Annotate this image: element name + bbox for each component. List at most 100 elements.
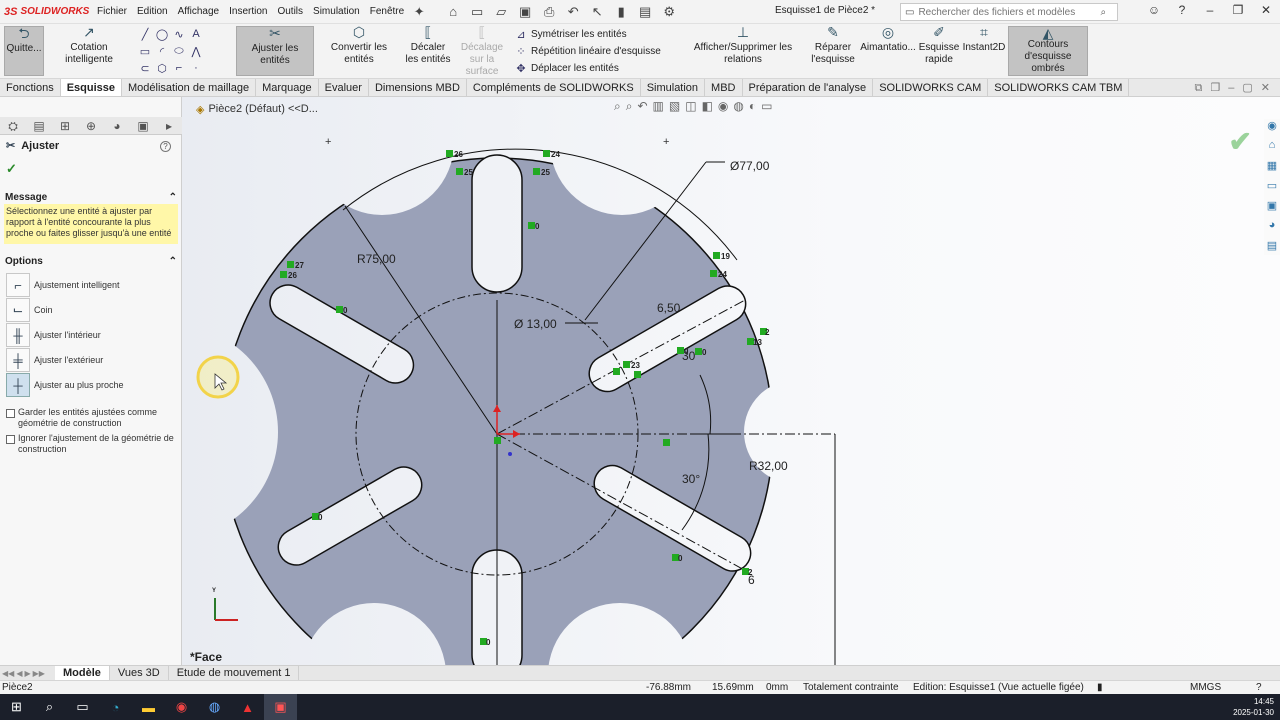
open-icon[interactable]: ▱ [491, 3, 511, 21]
settings-taskbar-icon[interactable]: ◍ [198, 694, 231, 720]
tab-solidworks-cam[interactable]: SOLIDWORKS CAM [873, 79, 989, 96]
menu-fenetre[interactable]: Fenêtre [365, 6, 409, 17]
home-icon[interactable]: ⌂ [443, 3, 463, 21]
point-icon[interactable]: · [189, 61, 203, 75]
pin-icon[interactable]: ✦ [409, 3, 429, 21]
close-icon[interactable]: ✕ [1252, 3, 1280, 17]
option-trim-outside[interactable]: ╪ Ajuster l'extérieur [6, 348, 103, 372]
chrome-icon[interactable]: ◉ [165, 694, 198, 720]
new-document-icon[interactable]: ▭ [467, 3, 487, 21]
radius-32-dim[interactable]: R32,00 [749, 459, 788, 473]
rebuild-status-icon[interactable]: ▮ [1097, 682, 1103, 693]
apply-scene-icon[interactable]: ◐ [749, 99, 756, 114]
ok-check-icon[interactable]: ✓ [6, 161, 17, 177]
zoom-to-fit-icon[interactable]: ⌕ [614, 99, 621, 114]
polygon-icon[interactable]: ⬡ [155, 61, 169, 75]
option-smart-trim[interactable]: ⌐ Ajustement intelligent [6, 273, 120, 297]
display-relations-button[interactable]: ⊥ Afficher/Supprimer les relations [676, 25, 810, 66]
confirmation-corner-check-icon[interactable]: ✔ [1229, 125, 1252, 158]
appearances-icon[interactable]: ◕ [1264, 219, 1280, 235]
tab-complements[interactable]: Compléments de SOLIDWORKS [467, 79, 641, 96]
ellipse-icon[interactable]: ⬭ [172, 44, 186, 58]
restore-icon[interactable]: ❐ [1224, 3, 1252, 17]
windows-start-icon[interactable]: ⊞ [0, 694, 33, 720]
tab-evaluer[interactable]: Evaluer [319, 79, 369, 96]
mirror-tool-icon[interactable]: ⋀ [189, 44, 203, 58]
tab-vues-3d[interactable]: Vues 3D [110, 665, 169, 681]
dynamic-annotation-icon[interactable]: ▧ [669, 99, 680, 114]
rapid-sketch-button[interactable]: ✐ Esquisse rapide [918, 25, 960, 66]
design-library-icon[interactable]: ▦ [1264, 159, 1280, 175]
convert-entities-button[interactable]: ⬡ Convertir les entités [316, 25, 402, 66]
search-icon[interactable]: ⌕ [1100, 7, 1106, 18]
doc-restore-icon[interactable]: ▢ [1242, 79, 1252, 97]
feature-manager-icon[interactable]: ⛭ [0, 117, 26, 134]
minimize-icon[interactable]: – [1196, 3, 1224, 17]
user-icon[interactable]: ☺ [1140, 3, 1168, 17]
tab-simulation[interactable]: Simulation [641, 79, 706, 96]
edit-appearance-icon[interactable]: ◍ [733, 99, 743, 114]
next-tab-icon[interactable]: ▶ [24, 669, 30, 678]
rebuild-icon[interactable]: ▤ [635, 3, 655, 21]
quick-snaps-button[interactable]: ◎ Aimantatio... [860, 25, 916, 54]
radius-75-dim[interactable]: R75,00 [357, 252, 396, 266]
diameter-13-dim[interactable]: Ø 13,00 [514, 317, 557, 331]
doc-minimize-icon[interactable]: – [1228, 79, 1234, 97]
sketch-drawing[interactable]: Y + + Ø77,00 R75,00 Ø 13,00 6,50 30 30° … [182, 97, 1280, 665]
fillet-icon[interactable]: ⌐ [172, 61, 186, 75]
circle-icon[interactable]: ◯ [155, 27, 169, 41]
search-input[interactable] [918, 6, 1099, 18]
traffic-light-icon[interactable]: ▮ [611, 3, 631, 21]
taskbar-search-icon[interactable]: ⌕ [33, 694, 66, 720]
zoom-area-icon[interactable]: ⌕ [626, 99, 633, 114]
menu-affichage[interactable]: Affichage [173, 6, 225, 17]
undo-icon[interactable]: ↶ [563, 3, 583, 21]
dimxpert-icon[interactable]: ⊕ [78, 117, 104, 134]
acrobat-icon[interactable]: ▲ [231, 694, 264, 720]
tab-fonctions[interactable]: Fonctions [0, 79, 61, 96]
menu-edition[interactable]: Edition [132, 6, 173, 17]
custom-properties-icon[interactable]: ▤ [1264, 239, 1280, 255]
select-arrow-icon[interactable]: ↖ [587, 3, 607, 21]
options-gear-icon[interactable]: ⚙ [659, 3, 679, 21]
menu-insertion[interactable]: Insertion [224, 6, 272, 17]
option-corner[interactable]: ⌙ Coin [6, 298, 53, 322]
tab-modelisation-maillage[interactable]: Modélisation de maillage [122, 79, 257, 96]
option-trim-inside[interactable]: ╫ Ajuster l'intérieur [6, 323, 101, 347]
message-group-header[interactable]: Message ⌃ [5, 192, 177, 203]
system-clock[interactable]: 14:45 2025-01-30 [1233, 696, 1274, 718]
help-icon[interactable]: ? [1168, 3, 1196, 17]
instant2d-button[interactable]: ⌗ Instant2D [962, 25, 1006, 54]
tab-dimensions-mbd[interactable]: Dimensions MBD [369, 79, 467, 96]
slot-icon[interactable]: ⊂ [138, 61, 152, 75]
file-explorer-icon[interactable]: ▭ [1264, 179, 1280, 195]
exit-sketch-button[interactable]: ⮌ Quitte... [4, 26, 44, 76]
cam-manager-icon[interactable]: ▣ [130, 117, 156, 134]
section-view-icon[interactable]: ▥ [653, 99, 664, 114]
menu-simulation[interactable]: Simulation [308, 6, 365, 17]
file-explorer-taskbar-icon[interactable]: ▬ [132, 694, 165, 720]
shaded-contours-button[interactable]: ◭ Contours d'esquisse ombrés [1008, 26, 1088, 76]
width-650-dim[interactable]: 6,50 [657, 301, 681, 315]
property-manager-icon[interactable]: ▤ [26, 117, 52, 134]
previous-view-icon[interactable]: ↶ [637, 99, 647, 114]
tile-icon[interactable]: ⧉ [1195, 79, 1203, 97]
menu-outils[interactable]: Outils [272, 6, 308, 17]
options-group-header[interactable]: Options ⌃ [5, 256, 177, 267]
ignore-construction-checkbox[interactable]: Ignorer l'ajustement de la géométrie de … [6, 433, 178, 455]
view-palette-icon[interactable]: ▣ [1264, 199, 1280, 215]
option-trim-closest[interactable]: ┼ Ajuster au plus proche [6, 373, 124, 397]
keep-as-construction-checkbox[interactable]: Garder les entités ajustées comme géomét… [6, 407, 178, 429]
move-entities-button[interactable]: ✥ Déplacer les entités [514, 61, 618, 75]
smart-dimension-button[interactable]: ↗ Cotation intelligente [46, 25, 132, 66]
status-help-icon[interactable]: ? [1256, 682, 1262, 693]
hide-show-icon[interactable]: ◉ [718, 99, 728, 114]
repair-sketch-button[interactable]: ✎ Réparer l'esquisse [810, 25, 856, 66]
view-orientation-icon[interactable]: ◫ [685, 99, 696, 114]
trim-entities-button[interactable]: ✂ Ajuster les entités [236, 26, 314, 76]
configuration-manager-icon[interactable]: ⊞ [52, 117, 78, 134]
cascade-icon[interactable]: ❐ [1210, 79, 1220, 97]
search-box[interactable]: ▭ ⌕ [900, 3, 1118, 21]
panel-more-icon[interactable]: ▸ [156, 117, 182, 134]
display-style-icon[interactable]: ◧ [702, 99, 713, 114]
